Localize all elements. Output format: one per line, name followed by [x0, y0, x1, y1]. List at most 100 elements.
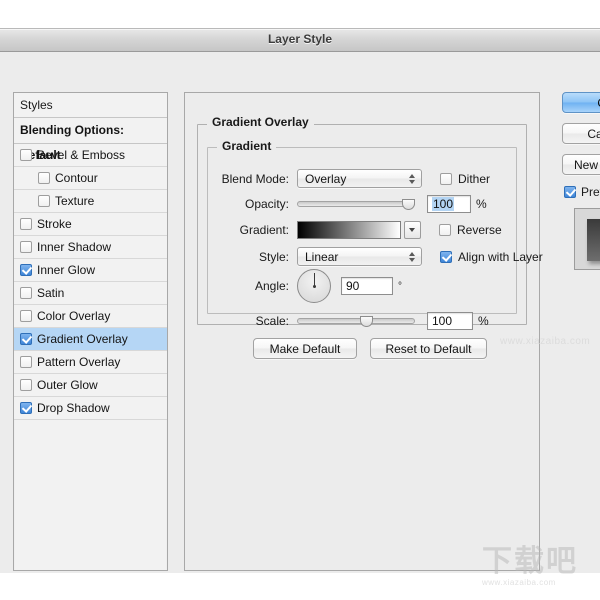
- style-row[interactable]: Bevel & Emboss: [14, 144, 167, 167]
- new-style-button[interactable]: New Style...: [562, 154, 600, 175]
- angle-dial[interactable]: [297, 269, 331, 303]
- gradient-overlay-group: Gradient Overlay Gradient Blend Mode: Ov…: [197, 115, 543, 330]
- opacity-slider-track: [297, 201, 415, 207]
- styles-panel-header: Styles: [14, 93, 167, 118]
- gradient-picker-dropdown[interactable]: [404, 221, 421, 239]
- opacity-value: 100: [432, 197, 455, 211]
- angle-value: 90: [346, 279, 360, 293]
- gradient-swatch[interactable]: [297, 221, 401, 239]
- style-row[interactable]: Stroke: [14, 213, 167, 236]
- style-row-label: Stroke: [37, 217, 72, 231]
- style-preview-thumbnail: [574, 208, 600, 270]
- blend-mode-row: Blend Mode: Overlay Dither: [207, 169, 490, 188]
- style-row[interactable]: Contour: [14, 167, 167, 190]
- style-row[interactable]: Inner Shadow: [14, 236, 167, 259]
- style-row[interactable]: Satin: [14, 282, 167, 305]
- cancel-button[interactable]: Cancel: [562, 123, 600, 144]
- scale-value: 100: [432, 314, 453, 328]
- gradient-group: Gradient Blend Mode: Overlay Dither Opac…: [207, 139, 543, 330]
- align-with-layer-checkbox[interactable]: [440, 250, 452, 263]
- window-body: Styles Blending Options: Default Bevel &…: [0, 52, 600, 573]
- gradient-overlay-group-title: Gradient Overlay: [207, 115, 314, 129]
- dither-checkbox-wrap[interactable]: Dither: [440, 172, 490, 186]
- style-row[interactable]: Drop Shadow: [14, 397, 167, 420]
- style-enable-checkbox[interactable]: [20, 310, 32, 322]
- gradient-group-title: Gradient: [217, 139, 277, 153]
- style-row-label: Gradient Overlay: [37, 332, 128, 346]
- style-row[interactable]: Pattern Overlay: [14, 351, 167, 374]
- style-enable-checkbox[interactable]: [20, 287, 32, 299]
- dither-checkbox[interactable]: [440, 172, 452, 185]
- blend-mode-value: Overlay: [305, 171, 347, 186]
- watermark-logo: 下载吧 www.xiazaiba.com: [482, 546, 594, 590]
- blend-mode-label: Blend Mode:: [221, 171, 289, 186]
- blending-options-row[interactable]: Blending Options: Default: [14, 118, 167, 162]
- style-enable-checkbox[interactable]: [20, 333, 32, 345]
- updown-arrows-icon: [409, 251, 416, 263]
- style-enable-checkbox[interactable]: [20, 241, 32, 253]
- gradient-overlay-panel: Gradient Overlay Gradient Blend Mode: Ov…: [184, 92, 543, 571]
- opacity-unit: %: [476, 197, 487, 211]
- watermark-site-text: www.xiazaiba.com: [500, 336, 591, 347]
- align-with-layer-wrap[interactable]: Align with Layer: [440, 250, 543, 264]
- reverse-label: Reverse: [457, 223, 502, 237]
- style-row-label: Inner Shadow: [37, 240, 112, 254]
- style-enable-checkbox[interactable]: [20, 379, 32, 391]
- scale-unit: %: [478, 314, 489, 328]
- style-enable-checkbox[interactable]: [20, 264, 32, 276]
- scale-row: Scale: 100 %: [207, 312, 489, 330]
- style-row[interactable]: Texture: [14, 190, 167, 213]
- window-titlebar[interactable]: Layer Style: [0, 29, 600, 52]
- style-row-label: Color Overlay: [37, 309, 111, 323]
- style-value: Linear: [305, 249, 339, 264]
- scale-slider-track: [297, 318, 415, 324]
- opacity-label: Opacity:: [244, 197, 289, 211]
- reverse-checkbox-wrap[interactable]: Reverse: [439, 223, 502, 237]
- style-row[interactable]: Color Overlay: [14, 305, 167, 328]
- preview-label: Preview: [581, 185, 600, 199]
- preview-checkbox[interactable]: [564, 186, 576, 198]
- angle-label: Angle:: [254, 279, 289, 293]
- gradient-row: Gradient: Reverse: [207, 221, 502, 239]
- style-row-label: Drop Shadow: [37, 401, 110, 415]
- scale-slider-thumb[interactable]: [360, 316, 373, 327]
- scale-slider[interactable]: [297, 313, 415, 329]
- blend-mode-select[interactable]: Overlay: [297, 169, 422, 188]
- align-with-layer-label: Align with Layer: [458, 249, 543, 264]
- style-enable-checkbox[interactable]: [20, 356, 32, 368]
- style-row[interactable]: Inner Glow: [14, 259, 167, 282]
- opacity-slider-thumb[interactable]: [402, 199, 415, 210]
- preview-checkbox-wrap[interactable]: Preview: [564, 185, 600, 199]
- layer-style-window: Layer Style Styles Blending Options: Def…: [0, 28, 600, 573]
- screenshot-root: Layer Style Styles Blending Options: Def…: [0, 0, 600, 600]
- style-enable-checkbox[interactable]: [38, 195, 50, 207]
- reverse-checkbox[interactable]: [439, 224, 451, 236]
- style-row[interactable]: Outer Glow: [14, 374, 167, 397]
- style-preview-swatch: [587, 219, 600, 261]
- opacity-slider[interactable]: [297, 196, 415, 212]
- updown-arrows-icon: [409, 173, 416, 185]
- window-title: Layer Style: [267, 32, 333, 46]
- reset-to-default-button[interactable]: Reset to Default: [370, 338, 487, 359]
- angle-input[interactable]: 90: [341, 277, 393, 295]
- style-label: Style:: [258, 249, 289, 264]
- style-row-label: Texture: [55, 194, 95, 208]
- dialog-actions: OK Cancel New Style... Preview: [562, 92, 600, 270]
- style-enable-checkbox[interactable]: [38, 172, 50, 184]
- styles-list: Bevel & Emboss Contour Texture Stroke Inner …: [14, 144, 167, 420]
- style-row-label: Satin: [37, 286, 65, 300]
- style-row[interactable]: Gradient Overlay: [14, 328, 167, 351]
- opacity-row: Opacity: 100 %: [207, 195, 487, 213]
- opacity-input[interactable]: 100: [427, 195, 471, 213]
- style-enable-checkbox[interactable]: [20, 402, 32, 414]
- make-default-button[interactable]: Make Default: [253, 338, 357, 359]
- style-enable-checkbox[interactable]: [20, 149, 32, 161]
- dither-label: Dither: [458, 171, 491, 186]
- ok-button[interactable]: OK: [562, 92, 600, 113]
- scale-input[interactable]: 100: [427, 312, 473, 330]
- style-enable-checkbox[interactable]: [20, 218, 32, 230]
- style-row-label: Pattern Overlay: [37, 355, 121, 369]
- gradient-label: Gradient:: [239, 223, 289, 237]
- default-buttons-row: Make Default Reset to Default: [253, 338, 487, 359]
- style-select[interactable]: Linear: [297, 247, 422, 266]
